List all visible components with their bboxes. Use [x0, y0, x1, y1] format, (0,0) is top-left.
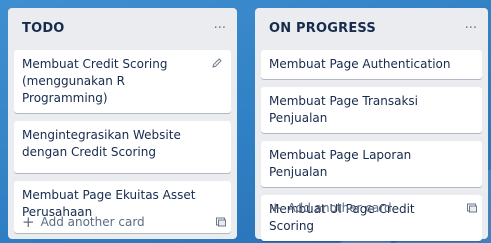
card-title: Membuat Page Authentication [269, 57, 451, 71]
add-card-row: + Add another card [14, 208, 231, 236]
card-page-laporan[interactable]: Membuat Page Laporan Penjualan [261, 141, 482, 187]
card-title: Mengintegrasikan Website dengan Credit S… [22, 128, 181, 159]
list-menu-button[interactable]: ... [214, 18, 226, 31]
list-menu-button[interactable]: ... [465, 18, 477, 31]
card-title: Membuat Page Transaksi Penjualan [269, 94, 418, 125]
plus-icon: + [269, 199, 282, 217]
list-header: ON PROGRESS ... [261, 8, 482, 50]
card-credit-scoring[interactable]: Membuat Credit Scoring (menggunakan R Pr… [14, 50, 231, 113]
add-card-row: + Add another card [261, 194, 482, 222]
add-card-button[interactable]: + Add another card [269, 199, 392, 217]
pencil-icon[interactable] [211, 57, 223, 69]
card-title: Membuat Credit Scoring (menggunakan R Pr… [22, 57, 168, 105]
plus-icon: + [22, 213, 35, 231]
list-title[interactable]: ON PROGRESS [269, 21, 376, 36]
add-card-label: Add another card [287, 201, 392, 215]
list-todo: TODO ... Membuat Credit Scoring (menggun… [8, 8, 237, 239]
list-title[interactable]: TODO [22, 21, 65, 36]
card-integrate-website[interactable]: Mengintegrasikan Website dengan Credit S… [14, 121, 231, 173]
list-header: TODO ... [14, 8, 231, 50]
card-title: Membuat Page Laporan Penjualan [269, 148, 412, 179]
card-template-icon[interactable] [215, 216, 227, 228]
card-page-authentication[interactable]: Membuat Page Authentication [261, 50, 482, 79]
list-on-progress: ON PROGRESS ... Membuat Page Authenticat… [255, 8, 488, 241]
add-card-button[interactable]: + Add another card [22, 213, 145, 231]
card-page-transaksi[interactable]: Membuat Page Transaksi Penjualan [261, 87, 482, 133]
add-card-label: Add another card [40, 215, 145, 229]
card-template-icon[interactable] [466, 202, 478, 214]
